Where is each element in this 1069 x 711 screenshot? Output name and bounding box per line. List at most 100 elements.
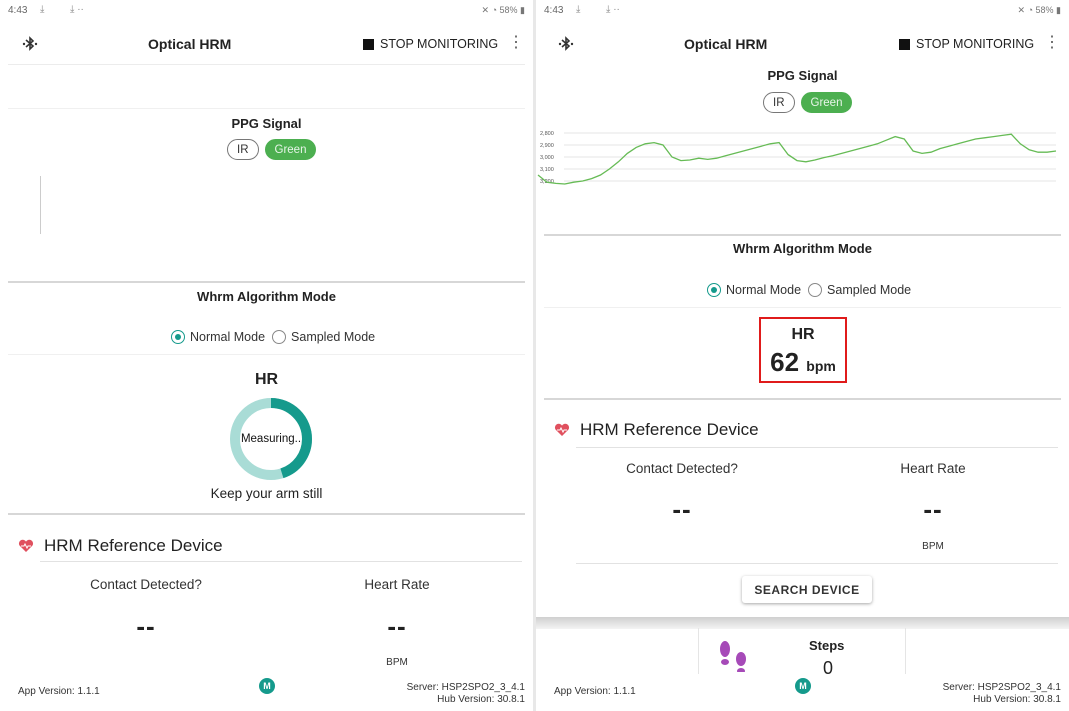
download-icon: ⤓ ·· [70,4,84,15]
algo-title: Whrm Algorithm Mode [197,289,336,304]
y-tick-label: 3,000 [540,155,554,161]
chip-green[interactable]: Green [264,139,317,160]
heart-icon [554,423,570,436]
reference-title: HRM Reference Device [18,536,223,556]
status-time: 4:43 [8,5,28,16]
chip-ir[interactable]: IR [227,139,259,160]
algo-radio-group: Normal Mode Sampled Mode [707,283,911,297]
divider [8,354,525,355]
stop-monitoring-label: STOP MONITORING [916,37,1035,51]
download-icon: ⤓ ·· [606,4,620,15]
reference-title-label: HRM Reference Device [44,536,223,555]
footer: App Version: 1.1.1 M Server: HSP2SPO2_3_… [536,674,1069,711]
hub-version: Hub Version: 30.8.1 [437,694,525,705]
footprints-icon [720,641,746,672]
bpm-unit: BPM [386,657,408,668]
hr-readout-highlight: HR 62 bpm [759,317,847,383]
normal-mode-label: Normal Mode [726,283,802,297]
right-screen: 4:43 ⤓ ⤓ ·· ✕ ◔ 58% ▮ Optical HRM STOP M… [536,0,1069,711]
y-tick-label: 3,100 [540,167,554,173]
keep-still-text: Keep your arm still [210,486,323,501]
server-version: Server: HSP2SPO2_3_4.1 [406,682,525,693]
ppg-title: PPG Signal [767,68,838,83]
section-divider [8,513,525,515]
battery-percent: 58% [1035,5,1054,15]
heart-icon [18,539,34,552]
battery-percent: 58% [499,5,518,15]
battery-level: ✕ ◔ 58% ▮ [1017,5,1061,15]
server-info: Server: HSP2SPO2_3_4.1 Hub Version: 30.8… [407,682,525,706]
contact-detected-label: Contact Detected? [90,577,202,592]
heart-rate-label: Heart Rate [900,461,966,476]
search-device-button[interactable]: SEARCH DEVICE [742,576,872,603]
heart-rate-label: Heart Rate [364,577,430,592]
toolbar: Optical HRM STOP MONITORING ⋮ [0,25,533,63]
ppg-chip-group: IR Green [763,92,853,113]
divider [40,561,522,562]
sampled-mode-radio[interactable] [808,283,823,297]
contact-value: -- [136,611,156,641]
divider [544,307,1061,308]
ppg-chip-group: IR Green [227,139,317,160]
bluetooth-searching-icon[interactable] [556,34,576,54]
hr-value: 62 bpm [761,347,845,378]
algo-title: Whrm Algorithm Mode [733,241,872,256]
section-divider [544,234,1061,236]
normal-mode-radio[interactable] [171,330,185,344]
y-tick-label: 2,900 [540,143,554,149]
ppg-green-series-line [537,133,1057,185]
stop-icon [363,38,374,50]
toolbar: Optical HRM STOP MONITORING ⋮ [536,25,1069,63]
chip-green[interactable]: Green [800,92,853,113]
server-version: Server: HSP2SPO2_3_4.1 [942,682,1061,693]
sampled-mode-label: Sampled Mode [827,283,912,297]
heart-rate-value: -- [923,494,943,524]
steps-card: Steps 0 [698,628,906,678]
maxim-logo-icon: M [259,678,275,694]
hr-number: 62 [770,347,800,377]
ppg-title: PPG Signal [231,116,302,131]
reference-title-label: HRM Reference Device [580,420,759,439]
app-version: App Version: 1.1.1 [18,686,100,697]
left-screen: 4:43 ⤓ ⤓ ·· ✕ ◔ 58% ▮ Optical HRM STOP M… [0,0,533,711]
sampled-mode-label: Sampled Mode [291,330,376,344]
status-bar: 4:43 ⤓ ⤓ ·· ✕ ◔ 58% ▮ [536,0,1069,22]
toolbar-divider [8,64,525,65]
steps-label: Steps [809,638,845,653]
sampled-mode-radio[interactable] [272,330,287,344]
normal-mode-label: Normal Mode [190,330,266,344]
empty-chart-axis [40,176,41,234]
overflow-menu-icon[interactable]: ⋮ [508,35,524,51]
contact-value: -- [672,494,692,524]
stop-icon [899,38,910,50]
contact-detected-label: Contact Detected? [626,461,738,476]
divider [576,447,1058,448]
divider [576,563,1058,564]
download-icon: ⤓ [40,4,45,15]
stop-monitoring-label: STOP MONITORING [380,37,499,51]
y-tick-label: 2,800 [540,131,554,137]
overflow-menu-icon[interactable]: ⋮ [1044,35,1060,51]
measuring-text: Measuring.. [240,433,302,445]
heart-rate-value: -- [387,611,407,641]
page-title: Optical HRM [684,36,768,52]
status-bar: 4:43 ⤓ ⤓ ·· ✕ ◔ 58% ▮ [0,0,533,22]
hr-label: HR [254,371,279,388]
hub-version: Hub Version: 30.8.1 [973,694,1061,705]
section-divider [544,398,1061,400]
battery-level: ✕ ◔ 58% ▮ [481,5,525,15]
section-divider [8,281,525,283]
bpm-unit: BPM [922,541,944,552]
ppg-line-chart: 3,2003,1003,0002,9002,800 [537,131,1057,185]
page-title: Optical HRM [148,36,232,52]
hr-label: HR [791,326,815,343]
normal-mode-radio[interactable] [707,283,721,297]
chip-ir[interactable]: IR [763,92,795,113]
maxim-logo-icon: M [795,678,811,694]
divider [8,108,525,109]
stop-monitoring-button[interactable]: STOP MONITORING [899,35,1034,53]
download-icon: ⤓ [576,4,581,15]
bluetooth-searching-icon[interactable] [20,34,40,54]
status-time: 4:43 [544,5,564,16]
stop-monitoring-button[interactable]: STOP MONITORING [363,35,498,53]
